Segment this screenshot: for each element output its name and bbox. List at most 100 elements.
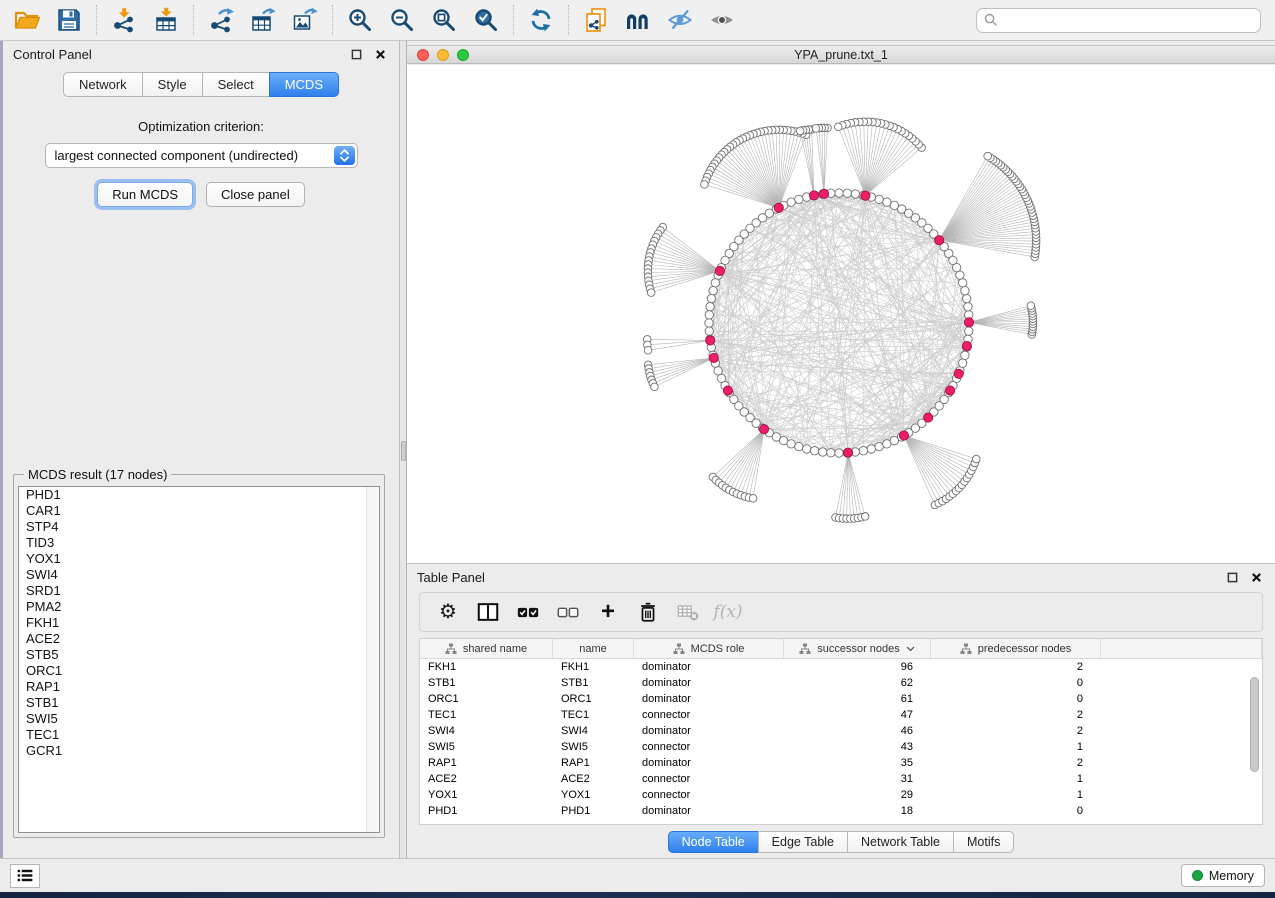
table-cell: PHD1 xyxy=(553,805,634,817)
deselect-all-rows-icon[interactable] xyxy=(550,596,586,628)
mcds-node-item[interactable]: STB1 xyxy=(19,695,379,711)
clone-network-icon[interactable] xyxy=(575,4,617,36)
tab-select[interactable]: Select xyxy=(202,72,270,97)
table-cell: 46 xyxy=(784,725,931,737)
mcds-node-item[interactable]: PHD1 xyxy=(19,487,379,503)
show-all-icon[interactable] xyxy=(701,4,743,36)
memory-button[interactable]: Memory xyxy=(1181,864,1265,887)
panel-splitter[interactable] xyxy=(400,41,407,858)
close-panel-icon[interactable] xyxy=(371,46,389,64)
mcds-node-item[interactable]: ACE2 xyxy=(19,631,379,647)
mcds-node-item[interactable]: FKH1 xyxy=(19,615,379,631)
splitter-grip-icon[interactable] xyxy=(401,441,406,461)
tab-network[interactable]: Network xyxy=(63,72,143,97)
zoom-out-icon[interactable] xyxy=(381,4,423,36)
table-cell: 2 xyxy=(931,661,1101,673)
float-panel-icon[interactable] xyxy=(347,46,365,64)
column-header-name[interactable]: name xyxy=(553,639,634,658)
table-cell: connector xyxy=(634,789,784,801)
table-cell: dominator xyxy=(634,725,784,737)
export-network-icon[interactable] xyxy=(200,4,242,36)
mcds-node-item[interactable]: YOX1 xyxy=(19,551,379,567)
search-box[interactable] xyxy=(976,8,1261,33)
close-panel-button[interactable]: Close panel xyxy=(206,182,305,207)
mcds-node-item[interactable]: TID3 xyxy=(19,535,379,551)
mcds-node-item[interactable]: CAR1 xyxy=(19,503,379,519)
table-row[interactable]: SWI5SWI5connector431 xyxy=(420,739,1262,755)
table-cell: 43 xyxy=(784,741,931,753)
table-row[interactable]: SWI4SWI4dominator462 xyxy=(420,723,1262,739)
mcds-result-list[interactable]: PHD1CAR1STP4TID3YOX1SWI4SRD1PMA2FKH1ACE2… xyxy=(18,486,380,833)
table-cell: 2 xyxy=(931,709,1101,721)
first-neighbors-icon[interactable] xyxy=(617,4,659,36)
mcds-node-item[interactable]: SWI5 xyxy=(19,711,379,727)
attribute-type-icon xyxy=(445,643,457,655)
run-mcds-button[interactable]: Run MCDS xyxy=(97,182,193,207)
zoom-selected-icon[interactable] xyxy=(465,4,507,36)
mcds-node-item[interactable]: PMA2 xyxy=(19,599,379,615)
network-graph[interactable] xyxy=(407,65,1275,564)
tab-mcds[interactable]: MCDS xyxy=(269,72,339,97)
table-cell: 18 xyxy=(784,805,931,817)
table-row[interactable]: RAP1RAP1dominator352 xyxy=(420,755,1262,771)
table-row[interactable]: FKH1FKH1dominator962 xyxy=(420,659,1262,675)
tab-style[interactable]: Style xyxy=(142,72,203,97)
table-row[interactable]: ORC1ORC1dominator610 xyxy=(420,691,1262,707)
hide-selected-icon[interactable] xyxy=(659,4,701,36)
table-scrollbar[interactable] xyxy=(1250,677,1259,772)
zoom-fit-icon[interactable] xyxy=(423,4,465,36)
save-icon[interactable] xyxy=(48,4,90,36)
mcds-node-item[interactable]: SWI4 xyxy=(19,567,379,583)
mcds-node-item[interactable]: STB5 xyxy=(19,647,379,663)
column-header-predecessor-nodes[interactable]: predecessor nodes xyxy=(931,639,1101,658)
table-cell: SWI5 xyxy=(420,741,553,753)
float-table-panel-icon[interactable] xyxy=(1223,568,1241,586)
tab-node-table[interactable]: Node Table xyxy=(668,831,759,853)
settings-gear-icon[interactable]: ⚙ xyxy=(430,596,466,628)
network-canvas[interactable] xyxy=(407,65,1275,564)
mcds-node-item[interactable]: GCR1 xyxy=(19,743,379,759)
table-row[interactable]: PHD1PHD1dominator180 xyxy=(420,803,1262,819)
mcds-list-scrollbar[interactable] xyxy=(366,487,379,832)
import-network-icon[interactable] xyxy=(103,4,145,36)
open-folder-icon[interactable] xyxy=(6,4,48,36)
mcds-node-item[interactable]: ORC1 xyxy=(19,663,379,679)
table-cell: FKH1 xyxy=(553,661,634,673)
column-header-MCDS-role[interactable]: MCDS role xyxy=(634,639,784,658)
control-panel-tabs: NetworkStyleSelectMCDS xyxy=(3,72,399,97)
table-row[interactable]: ACE2ACE2connector311 xyxy=(420,771,1262,787)
table-row[interactable]: YOX1YOX1connector291 xyxy=(420,787,1262,803)
optimization-criterion-select[interactable]: largest connected component (undirected) xyxy=(45,143,358,168)
table-row[interactable]: STB1STB1dominator620 xyxy=(420,675,1262,691)
task-history-button[interactable] xyxy=(10,864,40,888)
import-table-icon[interactable] xyxy=(145,4,187,36)
tab-network-table[interactable]: Network Table xyxy=(847,831,954,853)
table-cell: 2 xyxy=(931,725,1101,737)
column-header-successor-nodes[interactable]: successor nodes xyxy=(784,639,931,658)
select-all-rows-icon[interactable] xyxy=(510,596,546,628)
refresh-icon[interactable] xyxy=(520,4,562,36)
mcds-node-item[interactable]: SRD1 xyxy=(19,583,379,599)
tab-edge-table[interactable]: Edge Table xyxy=(758,831,848,853)
add-column-icon[interactable]: + xyxy=(590,596,626,628)
column-header-shared-name[interactable]: shared name xyxy=(420,639,553,658)
close-table-panel-icon[interactable] xyxy=(1247,568,1265,586)
table-row[interactable]: TEC1TEC1connector472 xyxy=(420,707,1262,723)
table-cell: connector xyxy=(634,773,784,785)
table-cell: TEC1 xyxy=(553,709,634,721)
zoom-in-icon[interactable] xyxy=(339,4,381,36)
column-layout-icon[interactable] xyxy=(470,596,506,628)
mcds-result-fieldset: MCDS result (17 nodes) PHD1CAR1STP4TID3Y… xyxy=(13,467,385,838)
list-icon xyxy=(16,868,34,883)
tab-motifs[interactable]: Motifs xyxy=(953,831,1014,853)
mcds-node-item[interactable]: STP4 xyxy=(19,519,379,535)
delete-column-icon[interactable] xyxy=(630,596,666,628)
export-image-icon[interactable] xyxy=(284,4,326,36)
network-window-titlebar[interactable]: YPA_prune.txt_1 xyxy=(407,45,1275,64)
mcds-node-item[interactable]: TEC1 xyxy=(19,727,379,743)
export-table-icon[interactable] xyxy=(242,4,284,36)
search-input[interactable] xyxy=(1003,13,1253,27)
mcds-node-item[interactable]: RAP1 xyxy=(19,679,379,695)
table-cell: RAP1 xyxy=(420,757,553,769)
table-cell: dominator xyxy=(634,677,784,689)
